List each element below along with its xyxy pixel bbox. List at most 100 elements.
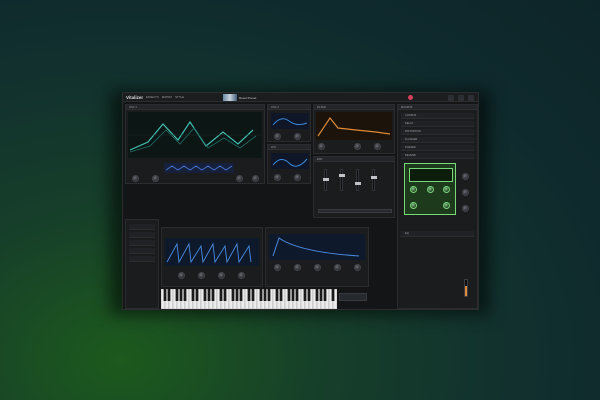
- side-knob-2[interactable]: [462, 189, 469, 196]
- source-item-4[interactable]: [129, 248, 155, 254]
- settings-icon[interactable]: [458, 94, 464, 101]
- preset-thumbnail[interactable]: [223, 94, 237, 101]
- green-fx-display[interactable]: [409, 168, 453, 182]
- osc1-spread-knob[interactable]: [252, 175, 259, 182]
- black-key[interactable]: [167, 289, 171, 301]
- source-item-3[interactable]: [129, 240, 155, 246]
- source-item-2[interactable]: [129, 232, 155, 238]
- seq-knob-4[interactable]: [238, 272, 245, 279]
- close-icon[interactable]: [468, 94, 474, 101]
- black-key[interactable]: [183, 289, 187, 301]
- black-key[interactable]: [259, 289, 263, 301]
- black-key[interactable]: [175, 289, 179, 301]
- black-key[interactable]: [231, 289, 235, 301]
- fx-knob-4[interactable]: [410, 202, 417, 209]
- bottom-right-button[interactable]: [339, 293, 367, 301]
- osc2-wave-display[interactable]: [271, 113, 309, 129]
- black-key[interactable]: [295, 289, 299, 301]
- seq-knob-1[interactable]: [178, 272, 185, 279]
- filter-curve-display[interactable]: [316, 112, 392, 140]
- black-key[interactable]: [163, 289, 167, 301]
- mod-knob-5[interactable]: [354, 264, 361, 271]
- black-key[interactable]: [319, 289, 323, 301]
- osc2-knob-a[interactable]: [274, 133, 281, 140]
- preset-name[interactable]: Reset Preset: [239, 96, 256, 100]
- black-key[interactable]: [251, 289, 255, 301]
- filter-cutoff-knob[interactable]: [318, 143, 325, 150]
- black-key[interactable]: [211, 289, 215, 301]
- flanger-label: FLANGER: [405, 138, 418, 142]
- osc2-knob-b[interactable]: [294, 133, 301, 140]
- source-item-5[interactable]: [129, 256, 155, 262]
- osc1-level-knob[interactable]: [236, 175, 243, 182]
- seq-knob-3[interactable]: [218, 272, 225, 279]
- sidebar-item-phaser[interactable]: PHASER: [401, 145, 474, 151]
- lfo-depth-knob[interactable]: [294, 174, 301, 181]
- black-key[interactable]: [275, 289, 279, 301]
- black-key[interactable]: [307, 289, 311, 301]
- sidebar-item-reverb[interactable]: REVERB: [401, 153, 474, 159]
- wavetable-display[interactable]: [128, 112, 262, 158]
- black-key[interactable]: [179, 289, 183, 301]
- mod-knob-1[interactable]: [274, 264, 281, 271]
- env-mode-button[interactable]: [318, 209, 392, 213]
- source-item-1[interactable]: [129, 224, 155, 230]
- sidebar-item-flanger[interactable]: FLANGER: [401, 137, 474, 143]
- sidebar-item-distortion[interactable]: DISTORTION: [401, 129, 474, 135]
- nav-style[interactable]: STYLE: [175, 95, 184, 99]
- black-key[interactable]: [267, 289, 271, 301]
- mod-env-display[interactable]: [269, 234, 365, 260]
- black-key[interactable]: [191, 289, 195, 301]
- filter-res-knob[interactable]: [354, 143, 361, 150]
- env-attack-fader[interactable]: [323, 169, 329, 191]
- mod-knob-4[interactable]: [334, 264, 341, 271]
- sequencer-display[interactable]: [165, 238, 259, 266]
- record-icon[interactable]: [408, 95, 413, 100]
- green-fx-module: [404, 163, 456, 215]
- black-key[interactable]: [247, 289, 251, 301]
- black-key[interactable]: [195, 289, 199, 301]
- side-knob-1[interactable]: [462, 173, 469, 180]
- delay-label: DELAY: [405, 122, 414, 126]
- black-key[interactable]: [207, 289, 211, 301]
- black-key[interactable]: [239, 289, 243, 301]
- env-sustain-fader[interactable]: [355, 169, 361, 191]
- fx-knob-3[interactable]: [443, 186, 450, 193]
- piano-keyboard[interactable]: [161, 289, 337, 309]
- black-key[interactable]: [291, 289, 295, 301]
- osc1-wave-strip: [164, 163, 234, 173]
- black-key[interactable]: [235, 289, 239, 301]
- black-key[interactable]: [287, 289, 291, 301]
- black-key[interactable]: [219, 289, 223, 301]
- fx-knob-1[interactable]: [410, 186, 417, 193]
- side-knob-3[interactable]: [462, 205, 469, 212]
- fx-knob-2[interactable]: [427, 186, 434, 193]
- black-key[interactable]: [331, 289, 335, 301]
- env-release-fader[interactable]: [371, 169, 377, 191]
- top-bar: Vitalizer EFFECTS MATRIX STYLE: [123, 93, 478, 102]
- black-key[interactable]: [323, 289, 327, 301]
- save-icon[interactable]: [448, 94, 454, 101]
- black-key[interactable]: [315, 289, 319, 301]
- black-key[interactable]: [203, 289, 207, 301]
- sidebar-item-chorus[interactable]: CHORUS: [401, 113, 474, 119]
- black-key[interactable]: [263, 289, 267, 301]
- sidebar-item-delay[interactable]: DELAY: [401, 121, 474, 127]
- osc1-pan-knob[interactable]: [152, 175, 159, 182]
- osc1-pitch-knob[interactable]: [132, 175, 139, 182]
- filter-drive-knob[interactable]: [374, 143, 381, 150]
- lfo-display[interactable]: [271, 153, 309, 169]
- mod-knob-2[interactable]: [294, 264, 301, 271]
- mod-knob-3[interactable]: [314, 264, 321, 271]
- sidebar-item-eq[interactable]: EQ: [401, 231, 474, 237]
- env-decay-fader[interactable]: [339, 169, 345, 191]
- seq-knob-2[interactable]: [198, 272, 205, 279]
- source-list-panel: [125, 219, 159, 309]
- nav-matrix[interactable]: MATRIX: [162, 95, 172, 99]
- nav-effects[interactable]: EFFECTS: [146, 95, 159, 99]
- black-key[interactable]: [223, 289, 227, 301]
- fx-knob-5[interactable]: [443, 202, 450, 209]
- lfo-rate-knob[interactable]: [274, 174, 281, 181]
- black-key[interactable]: [303, 289, 307, 301]
- black-key[interactable]: [279, 289, 283, 301]
